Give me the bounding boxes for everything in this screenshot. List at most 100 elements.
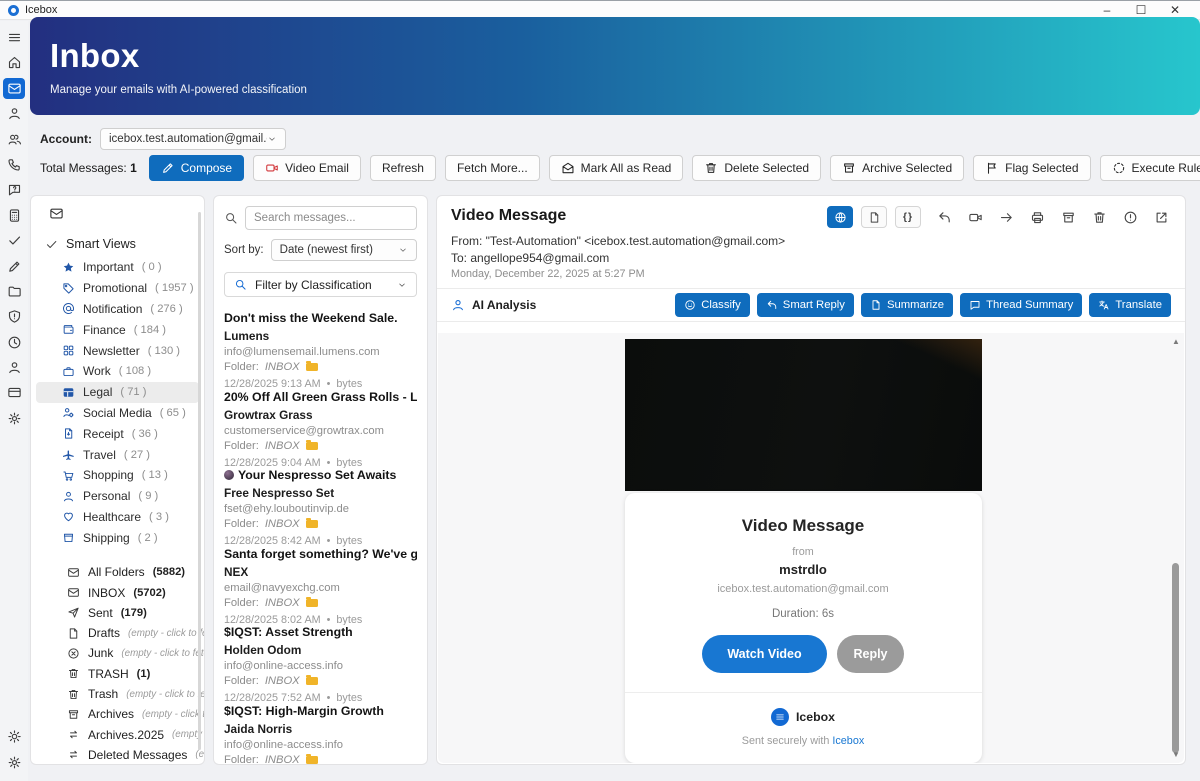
content-scrollbar[interactable]: ▲ ▼ — [1170, 335, 1182, 761]
folder-trash[interactable]: Trash(empty - click to fetch) — [31, 684, 204, 704]
rail-item-chat-help[interactable] — [3, 179, 25, 200]
scrollbar-thumb[interactable] — [1172, 563, 1179, 753]
doc-icon — [868, 211, 881, 224]
smart-view-work[interactable]: Work( 108 ) — [36, 361, 199, 382]
refresh-button[interactable]: Refresh — [369, 155, 436, 181]
smart-view-shipping[interactable]: Shipping( 2 ) — [36, 527, 199, 548]
scroll-up-icon[interactable]: ▲ — [1170, 337, 1182, 346]
thread-summary-button[interactable]: Thread Summary — [960, 293, 1083, 317]
smart-view-personal[interactable]: Personal( 9 ) — [36, 486, 199, 507]
report-icon[interactable] — [1123, 210, 1138, 225]
rail-item-profile[interactable] — [3, 357, 25, 378]
rail-item-security[interactable] — [3, 306, 25, 327]
email-list-item[interactable]: Your Nespresso Set Awaits Free Nespresso … — [224, 468, 417, 547]
video-email-button[interactable]: Video Email — [253, 155, 361, 181]
smart-view-newsletter[interactable]: Newsletter( 130 ) — [36, 340, 199, 361]
folder-icon — [305, 518, 318, 529]
smart-view-important[interactable]: Important( 0 ) — [36, 257, 199, 278]
smart-view-legal[interactable]: Legal( 71 ) — [36, 381, 199, 403]
rail-item-payments[interactable] — [3, 382, 25, 403]
pencil-icon — [161, 161, 175, 175]
folder-sent[interactable]: Sent (179) — [31, 603, 204, 623]
search-input[interactable] — [245, 206, 417, 230]
scroll-down-icon[interactable]: ▼ — [1170, 750, 1182, 759]
toolbar-buttons: Compose Video Email Refresh Fetch More... Ma… — [148, 155, 1200, 181]
archive-selected-button[interactable]: Archive Selected — [830, 155, 965, 181]
rail-item-theme-toggle[interactable] — [3, 726, 25, 747]
rail-item-inbox[interactable] — [3, 77, 25, 99]
rail-item-history[interactable] — [3, 332, 25, 353]
email-list-item[interactable]: $IQST: Asset Strength Holden Odom info@onl… — [224, 625, 417, 704]
receipt-icon — [62, 427, 75, 440]
smart-view-finance[interactable]: Finance( 184 ) — [36, 319, 199, 340]
video-thumbnail[interactable] — [624, 339, 982, 491]
folder-drafts[interactable]: Drafts(empty - click to fetch) — [31, 623, 204, 643]
toggle-view-plain[interactable] — [861, 206, 887, 228]
smart-view-social-media[interactable]: Social Media( 65 ) — [36, 403, 199, 424]
rail-item-settings[interactable] — [3, 408, 25, 429]
sort-select[interactable]: Date (newest first) — [270, 239, 417, 261]
toggle-view-html[interactable] — [827, 206, 853, 228]
smart-views-header[interactable]: Smart Views — [45, 237, 204, 251]
watch-video-button[interactable]: Watch Video — [702, 635, 827, 673]
translate-button[interactable]: Translate — [1089, 293, 1171, 317]
folder-all-folders[interactable]: All Folders (5882) — [31, 562, 204, 582]
execute-rules-button[interactable]: Execute Rules — [1099, 155, 1200, 181]
rail-item-groups[interactable] — [3, 129, 25, 150]
compose-button[interactable]: Compose — [148, 155, 245, 181]
folder-inbox[interactable]: INBOX (5702) — [31, 582, 204, 602]
smart-view-healthcare[interactable]: Healthcare( 3 ) — [36, 507, 199, 528]
rail-item-menu[interactable] — [3, 27, 25, 48]
rail-item-home[interactable] — [3, 52, 25, 73]
forward-icon[interactable] — [999, 210, 1014, 225]
folder-archives[interactable]: Archives(empty - click to fetch) — [31, 704, 204, 724]
person-icon — [62, 490, 75, 503]
archive-icon[interactable] — [1061, 210, 1076, 225]
rail-item-files[interactable] — [3, 281, 25, 302]
open-external-icon[interactable] — [1154, 210, 1169, 225]
smart-view-shopping[interactable]: Shopping( 13 ) — [36, 465, 199, 486]
flag-selected-button[interactable]: Flag Selected — [973, 155, 1091, 181]
email-list-item[interactable]: 20% Off All Green Grass Rolls - LimitedG… — [224, 390, 417, 469]
folder-junk[interactable]: Junk(empty - click to fetch) — [31, 643, 204, 663]
rail-item-compose[interactable] — [3, 256, 25, 277]
rail-item-contacts[interactable] — [3, 103, 25, 124]
folder-trash-upper[interactable]: TRASH (1) — [31, 664, 204, 684]
mail-icon — [67, 566, 80, 579]
smart-view-travel[interactable]: Travel( 27 ) — [36, 444, 199, 465]
message-body: Video Message from mstrdlo icebox.test.a… — [438, 333, 1184, 763]
emoji-dot-icon — [224, 470, 234, 481]
smart-view-notification[interactable]: Notification( 276 ) — [36, 299, 199, 320]
smart-view-receipt[interactable]: Receipt( 36 ) — [36, 423, 199, 444]
sidebar-scrollbar[interactable] — [198, 212, 201, 750]
account-select[interactable]: icebox.test.automation@gmail.com — [100, 128, 286, 150]
doc-icon — [870, 299, 882, 311]
icebox-link[interactable]: Icebox — [832, 735, 864, 747]
rail-item-tasks[interactable] — [3, 230, 25, 251]
rail-item-settings-bottom[interactable] — [3, 752, 25, 773]
smart-reply-button[interactable]: Smart Reply — [756, 293, 854, 317]
reply-button[interactable]: Reply — [837, 635, 904, 673]
email-list-item[interactable]: $IQST: High-Margin Growth Jaida Norris inf… — [224, 704, 417, 764]
delete-icon[interactable] — [1092, 210, 1107, 225]
folder-archives-2025[interactable]: Archives.2025(empty - click to fetch) — [31, 725, 204, 745]
email-list-item[interactable]: Don't miss the Weekend Sale. Lumens info@l… — [224, 311, 417, 390]
video-card-sender-email: icebox.test.automation@gmail.com — [717, 583, 889, 595]
classify-button[interactable]: Classify — [675, 293, 750, 317]
email-list-item[interactable]: Santa forget something? We've got yoNEXe… — [224, 547, 417, 626]
ai-buttons: Classify Smart Reply Summarize Thread Summa… — [675, 293, 1171, 317]
reply-icon[interactable] — [937, 210, 952, 225]
folder-deleted-messages[interactable]: Deleted Messages(empty - click to fetch) — [31, 745, 204, 764]
rail-item-calculator[interactable] — [3, 205, 25, 226]
video-reply-icon[interactable] — [968, 210, 983, 225]
fetch-more-button[interactable]: Fetch More... — [444, 155, 540, 181]
smart-view-promotional[interactable]: Promotional( 1957 ) — [36, 278, 199, 299]
print-icon[interactable] — [1030, 210, 1045, 225]
delete-selected-button[interactable]: Delete Selected — [692, 155, 822, 181]
filter-by-classification[interactable]: Filter by Classification — [224, 272, 417, 297]
rail-item-calls[interactable] — [3, 154, 25, 175]
mark-all-read-button[interactable]: Mark All as Read — [548, 155, 684, 181]
archive-icon — [842, 161, 856, 175]
toggle-view-source[interactable]: {} — [895, 206, 921, 228]
summarize-button[interactable]: Summarize — [860, 293, 954, 317]
